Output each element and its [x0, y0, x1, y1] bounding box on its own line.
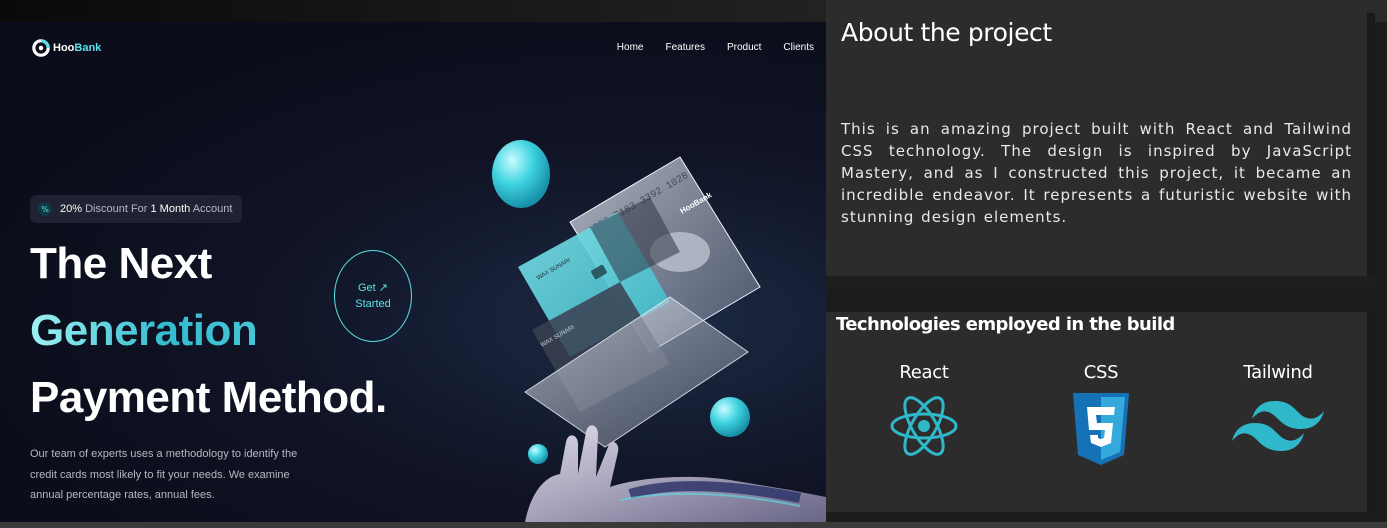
headline-line-3: Payment Method. [30, 373, 387, 422]
tech-title: Technologies employed in the build [836, 314, 1175, 335]
tailwind-icon [1232, 401, 1324, 451]
headline-line-2: Generation [30, 306, 258, 355]
tech-panel-edge [1367, 312, 1377, 512]
headline-line-1: The Next [30, 239, 212, 288]
hero-description: Our team of experts uses a methodology t… [30, 448, 298, 501]
percent-icon: % [38, 202, 52, 216]
tech-label-tailwind: Tailwind [1243, 362, 1313, 383]
css3-icon [1073, 393, 1129, 465]
hero-illustration: 1833 7183 3392 1028 HooBank WAX SUNARI W… [492, 140, 826, 522]
top-nav: Home Features Product Clients [617, 42, 814, 53]
discount-badge: % 20% Discount For 1 Month Account [30, 195, 243, 223]
sphere-medium [710, 397, 750, 437]
logo-text: HooBank [53, 42, 102, 54]
react-icon [890, 396, 958, 456]
sphere-small [528, 444, 548, 464]
window-bottom-strip [0, 522, 1387, 528]
nav-product[interactable]: Product [727, 42, 761, 53]
nav-home[interactable]: Home [617, 42, 644, 53]
tech-label-react: React [899, 362, 949, 383]
hoobank-logo-icon [32, 39, 50, 57]
nav-features[interactable]: Features [665, 42, 704, 53]
get-started-button[interactable]: Get ↗ Started [334, 250, 412, 342]
about-panel-edge [1367, 13, 1375, 276]
sphere-large [492, 140, 550, 208]
discount-text: 20% Discount For 1 Month Account [60, 203, 233, 215]
about-text: This is an amazing project built with Re… [841, 120, 1352, 226]
nav-clients[interactable]: Clients [783, 42, 814, 53]
tech-label-css: CSS [1083, 362, 1119, 383]
hoobank-logo[interactable]: HooBank [32, 39, 101, 57]
tech-item-css: CSS [1062, 362, 1140, 465]
tech-item-tailwind: Tailwind [1232, 362, 1324, 451]
robot-hand [525, 425, 826, 522]
website-preview: HooBank Home Features Product Clients % … [0, 22, 826, 522]
tech-item-react: React [884, 362, 964, 459]
about-panel-shadow [826, 276, 1377, 290]
about-title: About the project [841, 18, 1052, 47]
